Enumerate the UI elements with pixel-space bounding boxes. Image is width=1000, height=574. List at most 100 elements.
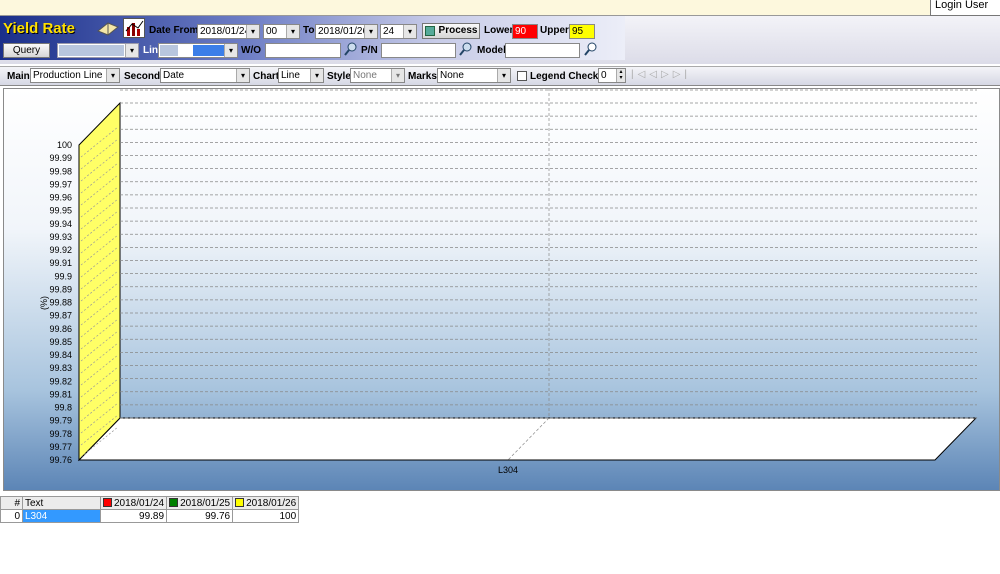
dropdown-arrow-icon[interactable]: ▾: [403, 25, 416, 38]
chart-floor: [77, 417, 978, 461]
model-label: Model: [477, 45, 506, 56]
y-tick-label: 99.81: [49, 389, 72, 399]
dropdown-arrow-icon[interactable]: ▾: [224, 44, 237, 57]
row-value-cell[interactable]: 99.76: [166, 509, 234, 523]
lower-label: Lower: [484, 25, 514, 36]
date-to-picker[interactable]: 2018/01/26 ▾: [315, 24, 378, 39]
query-label: Query: [12, 45, 41, 56]
hour-from-select[interactable]: 00 ▾: [263, 24, 300, 39]
factory-select[interactable]: ▾: [57, 43, 139, 58]
marks-value: None: [440, 70, 464, 81]
chart-back-wall: [120, 117, 977, 418]
series-color-swatch: [235, 497, 245, 507]
chart-panel: 100 99.99 99.98 99.97 99.96 99.95 99.94 99.93 99…: [3, 63, 1000, 491]
process-button[interactable]: Process: [422, 23, 480, 39]
model-input[interactable]: [505, 43, 580, 58]
y-tick-label: 99.97: [49, 179, 72, 189]
chart-type-select[interactable]: Line ▾: [278, 68, 324, 83]
row-value-cell[interactable]: 99.89: [99, 509, 168, 523]
row-text-cell[interactable]: L304: [22, 509, 101, 523]
dropdown-arrow-icon[interactable]: ▾: [246, 25, 259, 38]
process-label: Process: [438, 25, 478, 36]
col-date-header[interactable]: 2018/01/26: [232, 496, 300, 510]
col-date-header[interactable]: 2018/01/25: [166, 496, 234, 510]
prev-page-icon[interactable]: ◁: [649, 69, 661, 80]
dropdown-arrow-icon[interactable]: ▾: [310, 69, 323, 82]
marks-select[interactable]: None ▾: [437, 68, 511, 83]
bar-chart-icon[interactable]: [123, 18, 145, 38]
query-button[interactable]: Query: [3, 43, 50, 58]
upper-input[interactable]: 95: [569, 24, 595, 39]
data-grid: # Text 2018/01/24 2018/01/25 2018/01/26 …: [0, 496, 300, 523]
book-icon[interactable]: [96, 19, 120, 37]
dropdown-arrow-icon[interactable]: ▾: [286, 25, 299, 38]
col-date-label: 2018/01/25: [180, 497, 231, 509]
chart-label: Chart: [253, 71, 280, 82]
search-icon[interactable]: [459, 42, 473, 56]
date-to-value: 2018/01/26: [318, 26, 369, 37]
legend-check-checkbox[interactable]: [517, 71, 527, 81]
page-title: Yield Rate: [3, 20, 75, 37]
wo-label: W/O: [241, 45, 261, 56]
col-text-header: Text: [22, 496, 101, 510]
second-value: Date: [163, 70, 185, 81]
style-value: None: [353, 70, 377, 81]
y-tick-label: 99.9: [54, 271, 72, 281]
search-icon[interactable]: [344, 42, 358, 56]
search-icon[interactable]: [584, 42, 598, 56]
date-from-value: 2018/01/24: [200, 26, 251, 37]
dropdown-arrow-icon[interactable]: ▾: [497, 69, 510, 82]
marks-label: Marks: [408, 71, 437, 82]
top-strip: [0, 0, 1000, 16]
y-axis-label: (%): [39, 296, 49, 310]
row-index: 0: [0, 509, 23, 523]
last-page-icon[interactable]: ▷|: [673, 69, 691, 80]
x-tick-label: L304: [498, 465, 518, 475]
y-tick-label: 99.8: [54, 403, 72, 413]
line-value: [160, 45, 178, 56]
lower-input[interactable]: 90: [512, 24, 538, 39]
y-tick-label: 99.95: [49, 206, 72, 216]
dropdown-arrow-icon[interactable]: ▾: [106, 69, 119, 82]
hour-to-value: 24: [383, 26, 395, 37]
first-page-icon[interactable]: |◁: [631, 69, 649, 80]
y-tick-label: 99.89: [49, 284, 72, 294]
date-from-picker[interactable]: 2018/01/24 ▾: [197, 24, 260, 39]
main-label: Main: [7, 71, 30, 82]
lower-value: 90: [515, 26, 527, 37]
y-tick-label: 100: [57, 140, 72, 150]
y-tick-label: 99.76: [49, 455, 72, 465]
table-row[interactable]: 0 L304 99.89 99.76 100: [0, 509, 300, 523]
col-date-header[interactable]: 2018/01/24: [99, 496, 168, 510]
spin-input[interactable]: 0 ▴ ▾: [598, 68, 626, 83]
spin-arrows-icon[interactable]: ▴ ▾: [616, 69, 625, 82]
next-page-icon[interactable]: ▷: [661, 69, 673, 80]
login-user-label: Login User: [930, 0, 1000, 16]
style-select[interactable]: None ▾: [350, 68, 405, 83]
legend-check-label: Legend Check: [530, 71, 599, 82]
line-selected-highlight: [193, 45, 224, 56]
main-select[interactable]: Production Line ▾: [30, 68, 120, 83]
to-label: To: [303, 25, 315, 36]
second-select[interactable]: Date ▾: [160, 68, 250, 83]
line-label: Lin: [143, 45, 158, 56]
main-value: Production Line: [33, 70, 103, 81]
y-tick-label: 99.94: [49, 219, 72, 229]
hour-from-value: 00: [266, 26, 278, 37]
dropdown-arrow-icon[interactable]: ▾: [236, 69, 249, 82]
y-tick-label: 99.78: [49, 429, 72, 439]
dropdown-arrow-icon[interactable]: ▾: [391, 69, 404, 82]
dropdown-arrow-icon[interactable]: ▾: [125, 44, 138, 57]
pn-input[interactable]: [381, 43, 456, 58]
data-table: # Text 2018/01/24 2018/01/25 2018/01/26 …: [0, 496, 300, 523]
hour-to-select[interactable]: 24 ▾: [380, 24, 417, 39]
y-tick-label: 99.88: [49, 298, 72, 308]
y-tick-label: 99.91: [49, 258, 72, 268]
dropdown-arrow-icon[interactable]: ▾: [364, 25, 377, 38]
wo-input[interactable]: [265, 43, 341, 58]
y-tick-label: 99.99: [49, 153, 72, 163]
col-date-label: 2018/01/26: [246, 497, 297, 509]
line-select[interactable]: ▾: [158, 43, 238, 58]
row-value-cell[interactable]: 100: [232, 509, 300, 523]
date-from-label: Date From: [149, 25, 199, 36]
